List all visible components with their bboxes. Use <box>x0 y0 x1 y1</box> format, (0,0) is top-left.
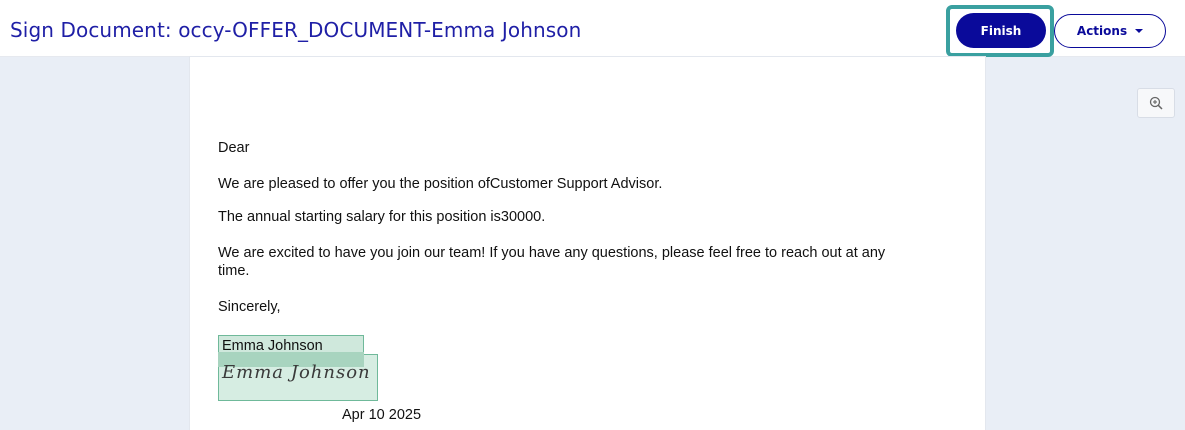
actions-dropdown-button[interactable]: Actions <box>1054 14 1166 48</box>
welcome-paragraph: We are excited to have you join our team… <box>218 245 886 261</box>
signature-date: Apr 10 2025 <box>342 407 422 423</box>
offer-paragraph: We are pleased to offer you the position… <box>218 176 663 192</box>
zoom-in-button[interactable] <box>1137 88 1175 118</box>
actions-label: Actions <box>1076 24 1128 38</box>
closing: Sincerely, <box>218 299 281 315</box>
salutation: Dear <box>218 140 250 156</box>
caret-down-icon <box>1135 29 1144 33</box>
page-title: Sign Document: occy-OFFER_DOCUMENT-Emma … <box>10 18 582 42</box>
zoom-in-icon <box>1149 96 1163 110</box>
signer-name: Emma Johnson <box>222 338 323 354</box>
finish-button[interactable]: Finish <box>956 13 1046 48</box>
handwritten-signature: Emma Johnson <box>222 362 371 383</box>
salary-paragraph: The annual starting salary for this posi… <box>218 209 546 225</box>
welcome-paragraph-cont: time. <box>218 263 250 279</box>
